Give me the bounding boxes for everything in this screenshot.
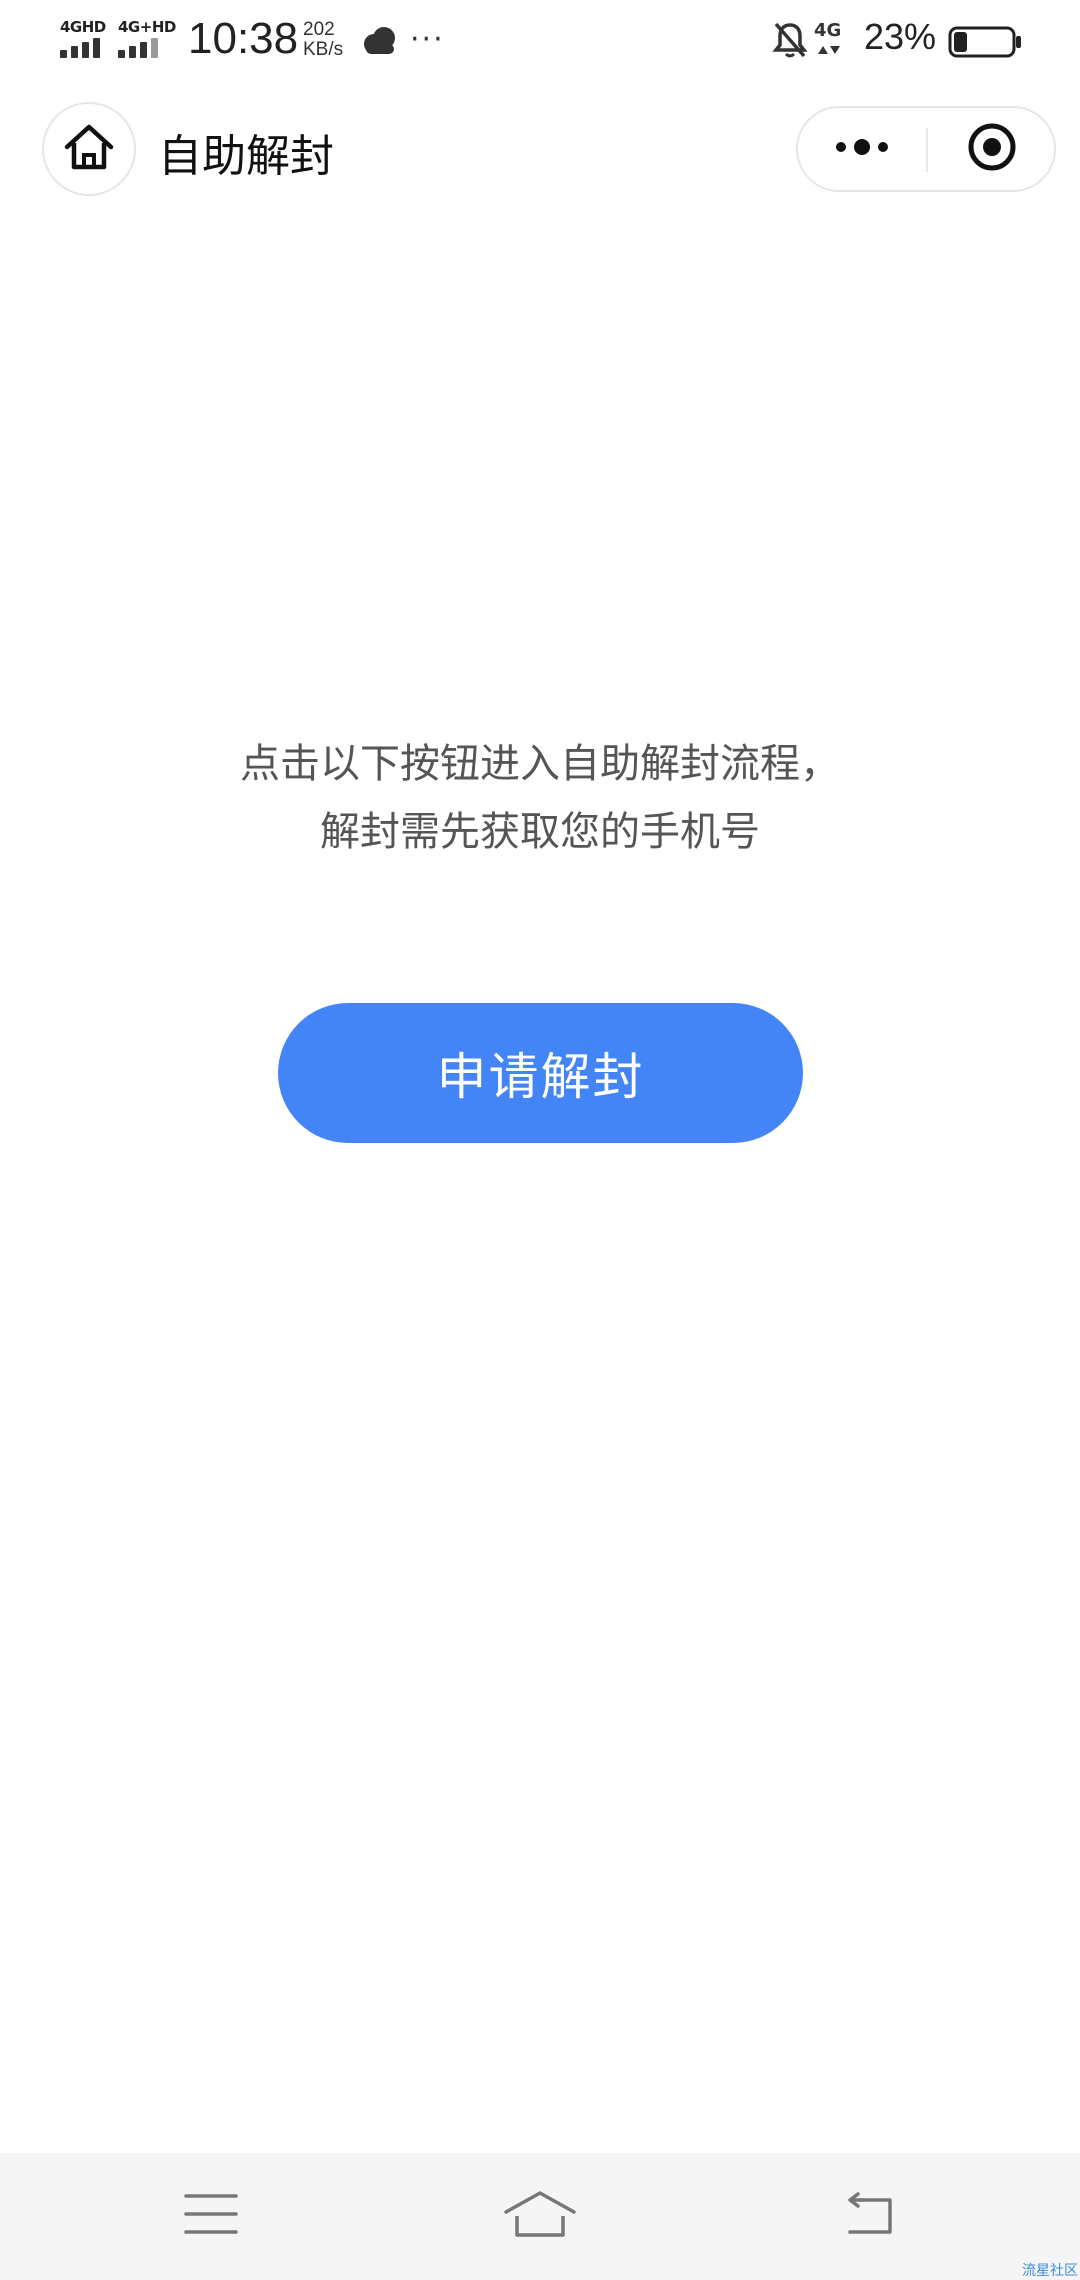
instruction-line-1: 点击以下按钮进入自助解封流程， [240,741,840,787]
status-bar: 4GHD 4G+HD 10:38 202 KB/s ··· 4G 23% [0,0,1080,82]
status-time: 10:38 [188,14,299,63]
more-button[interactable] [798,108,926,190]
home-icon [63,123,115,175]
signal-2-label: 4G+HD [118,18,176,36]
bell-off-icon [772,20,808,60]
nav-menu-button[interactable] [166,2183,256,2249]
signal-strength-icon-2: 4G+HD [116,18,176,60]
nav-home-button[interactable] [495,2183,585,2249]
menu-icon [184,2193,238,2239]
network-label: 4G [814,20,842,41]
mini-program-capsule [796,106,1056,192]
status-more-indicator: ··· [410,22,445,57]
network-speed-unit: KB/s [303,39,344,60]
instruction-line-2: 解封需先获取您的手机号 [320,809,760,855]
network-speed: 202 KB/s [303,20,353,60]
home-outline-icon [503,2190,577,2242]
close-target-icon [966,121,1018,177]
more-dots-icon [835,139,889,159]
page-title: 自助解封 [158,131,334,182]
title-bar: 自助解封 [0,96,1080,202]
system-nav-bar: 流星社区 [0,2153,1080,2280]
signal-strength-icon-1: 4GHD [58,18,110,60]
close-button[interactable] [928,108,1056,190]
battery-percent: 23% [864,16,937,57]
weather-cloud-icon [360,24,400,58]
battery-icon [948,26,1022,58]
nav-back-button[interactable] [824,2183,914,2249]
instruction-text: 点击以下按钮进入自助解封流程， 解封需先获取您的手机号 [0,730,1080,866]
signal-1-label: 4GHD [60,18,106,36]
apply-unblock-button[interactable]: 申请解封 [278,1003,803,1143]
home-button[interactable] [42,102,136,196]
network-speed-value: 202 [303,19,335,40]
back-icon [842,2192,896,2240]
watermark: 流星社区 [1022,2263,1078,2279]
mobile-network-indicator: 4G [814,20,854,60]
